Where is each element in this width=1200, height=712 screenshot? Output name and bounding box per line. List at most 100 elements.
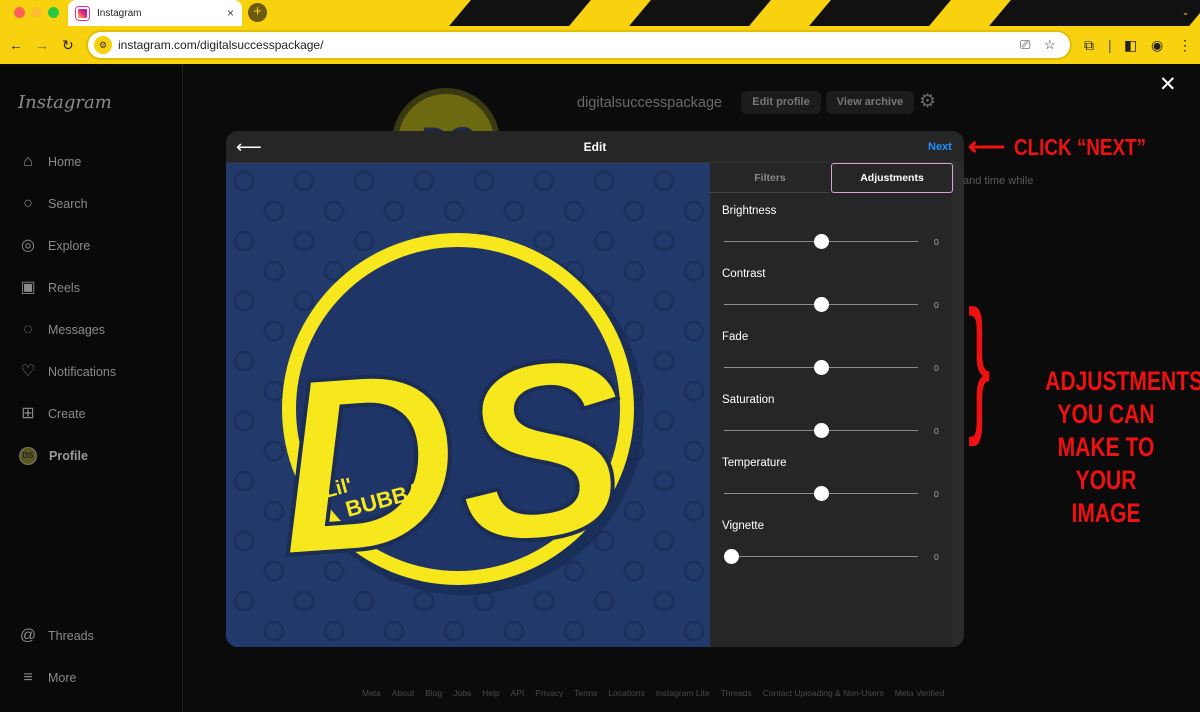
- maximize-window-button[interactable]: [48, 7, 59, 18]
- sidebar-item-search[interactable]: ○ Search: [18, 192, 88, 216]
- tab-search-button[interactable]: ⌄: [1176, 3, 1195, 22]
- profile-icon[interactable]: ◉: [1151, 35, 1163, 55]
- tab-filters[interactable]: Filters: [710, 163, 830, 193]
- tab-title: Instagram: [97, 7, 142, 19]
- slider-knob-saturation[interactable]: [813, 423, 829, 438]
- adjustment-value-temperature: 0: [934, 489, 939, 499]
- footer-links: Meta About Blog Jobs Help API Privacy Te…: [362, 688, 944, 698]
- footer-link[interactable]: Privacy: [535, 688, 563, 698]
- ds-logo-image: DS Lil' BUBBA: [226, 163, 710, 647]
- site-info-icon[interactable]: ⚙: [94, 36, 112, 54]
- sidebar-item-notifications[interactable]: ♡ Notifications: [18, 360, 116, 384]
- adjustment-value-fade: 0: [934, 363, 939, 373]
- extensions-icon[interactable]: ⧉: [1084, 35, 1094, 55]
- bookmark-star-icon[interactable]: ☆: [1044, 37, 1056, 53]
- ds-letters: DS: [266, 303, 636, 610]
- footer-link[interactable]: Jobs: [453, 688, 471, 698]
- footer-link[interactable]: Blog: [425, 688, 442, 698]
- messenger-icon: ◌: [23, 321, 33, 338]
- footer-link[interactable]: API: [511, 688, 525, 698]
- adjustment-label-contrast: Contrast: [722, 268, 766, 280]
- sidebar-item-label: Search: [48, 197, 88, 211]
- home-icon: ⌂: [23, 153, 33, 170]
- adjustment-label-fade: Fade: [722, 331, 749, 343]
- footer-link[interactable]: Locations: [608, 688, 644, 698]
- slider-knob-fade[interactable]: [813, 360, 829, 375]
- sidebar-item-label: Messages: [48, 323, 105, 337]
- sidebar-item-explore[interactable]: ◎ Explore: [18, 234, 90, 258]
- slider-knob-brightness[interactable]: [813, 234, 829, 249]
- settings-gear-icon[interactable]: ⚙: [919, 92, 936, 112]
- annotation-line: ADJUSTMENTS: [1045, 366, 1200, 396]
- threads-icon: @: [19, 627, 37, 644]
- instagram-favicon-icon: [76, 6, 89, 20]
- edit-modal: ⟵ Edit Next DS Lil' BUBBA Filters Adjust…: [226, 131, 964, 647]
- url-text: instagram.com/digitalsuccesspackage/: [118, 38, 324, 52]
- annotation-arrow-icon: ⟵: [968, 131, 1006, 161]
- adjustment-value-brightness: 0: [934, 237, 939, 247]
- reload-icon[interactable]: ↻: [62, 35, 74, 55]
- annotation-line: YOU CAN: [1057, 399, 1155, 429]
- browser-tab-instagram[interactable]: Instagram ×: [68, 0, 242, 26]
- footer-link[interactable]: Help: [482, 688, 499, 698]
- footer-link[interactable]: About: [392, 688, 414, 698]
- close-window-button[interactable]: [14, 7, 25, 18]
- slider-knob-temperature[interactable]: [813, 486, 829, 501]
- adjustment-value-contrast: 0: [934, 300, 939, 310]
- sidebar-item-reels[interactable]: ▣ Reels: [18, 276, 80, 300]
- footer-link[interactable]: Meta Verified: [895, 688, 945, 698]
- sidebar-item-label: More: [48, 671, 77, 685]
- new-tab-button[interactable]: +: [248, 3, 267, 22]
- slider-track-vignette[interactable]: [724, 556, 918, 557]
- decorative-stripe: [449, 0, 591, 26]
- compass-icon: ◎: [21, 237, 35, 254]
- sidebar-item-label: Reels: [48, 281, 80, 295]
- back-icon[interactable]: ←: [9, 35, 23, 55]
- adjustment-value-vignette: 0: [934, 552, 939, 562]
- sidebar-item-messages[interactable]: ◌ Messages: [18, 318, 105, 342]
- adjustments-panel: Filters Adjustments Brightness 0 Contrast 0…: [710, 163, 964, 647]
- hamburger-menu-icon: ≡: [23, 669, 33, 686]
- cast-icon[interactable]: ⎚: [1020, 37, 1030, 53]
- instagram-logo[interactable]: Instagram: [18, 92, 112, 113]
- slider-knob-vignette[interactable]: [723, 549, 739, 564]
- panel-scrollbar[interactable]: [953, 163, 964, 647]
- profile-username: digitalsuccesspackage: [577, 95, 723, 111]
- minimize-window-button[interactable]: [31, 7, 42, 18]
- tab-close-icon[interactable]: ×: [227, 6, 234, 20]
- adjustment-label-saturation: Saturation: [722, 394, 775, 406]
- browser-tab-bar: Instagram × + ⌄: [0, 0, 1200, 26]
- annotation-adjustments-text: ADJUSTMENTS YOU CAN MAKE TO YOUR IMAGE: [1028, 365, 1200, 530]
- sidebar-item-label: Create: [48, 407, 86, 421]
- annotation-brace: }: [968, 279, 991, 447]
- decorative-stripe: [989, 0, 1200, 26]
- sidebar-item-threads[interactable]: @ Threads: [18, 624, 94, 648]
- sidebar-item-label: Threads: [48, 629, 94, 643]
- footer-link[interactable]: Threads: [721, 688, 752, 698]
- close-modal-icon[interactable]: ✕: [1159, 74, 1177, 96]
- profile-bio-text: and time while: [963, 175, 1034, 187]
- sidebar-item-more[interactable]: ≡ More: [18, 666, 76, 690]
- footer-link[interactable]: Instagram Lite: [656, 688, 710, 698]
- sidebar-item-home[interactable]: ⌂ Home: [18, 150, 81, 174]
- footer-link[interactable]: Terms: [574, 688, 597, 698]
- footer-link[interactable]: Contact Uploading & Non-Users: [763, 688, 884, 698]
- forward-icon[interactable]: →: [35, 35, 49, 55]
- annotation-line: MAKE TO: [1057, 432, 1155, 462]
- address-bar[interactable]: ⚙ instagram.com/digitalsuccesspackage/ ⎚…: [88, 32, 1070, 58]
- sidebar-item-profile[interactable]: DS Profile: [18, 444, 88, 468]
- slider-knob-contrast[interactable]: [813, 297, 829, 312]
- view-archive-button[interactable]: View archive: [826, 91, 914, 114]
- tab-adjustments[interactable]: Adjustments: [831, 163, 953, 193]
- next-button[interactable]: Next: [928, 141, 952, 153]
- sidebar-item-create[interactable]: ⊞ Create: [18, 402, 86, 426]
- side-panel-icon[interactable]: ◧: [1124, 35, 1137, 55]
- edit-profile-button[interactable]: Edit profile: [741, 91, 821, 114]
- footer-link[interactable]: Meta: [362, 688, 381, 698]
- sidebar-item-label: Home: [48, 155, 82, 169]
- annotation-line: YOUR IMAGE: [1071, 465, 1141, 528]
- logo-letters-ds: DS: [268, 305, 634, 608]
- sidebar-item-label: Notifications: [48, 365, 117, 379]
- heart-icon: ♡: [20, 363, 36, 380]
- browser-menu-icon[interactable]: ⋮: [1178, 35, 1192, 55]
